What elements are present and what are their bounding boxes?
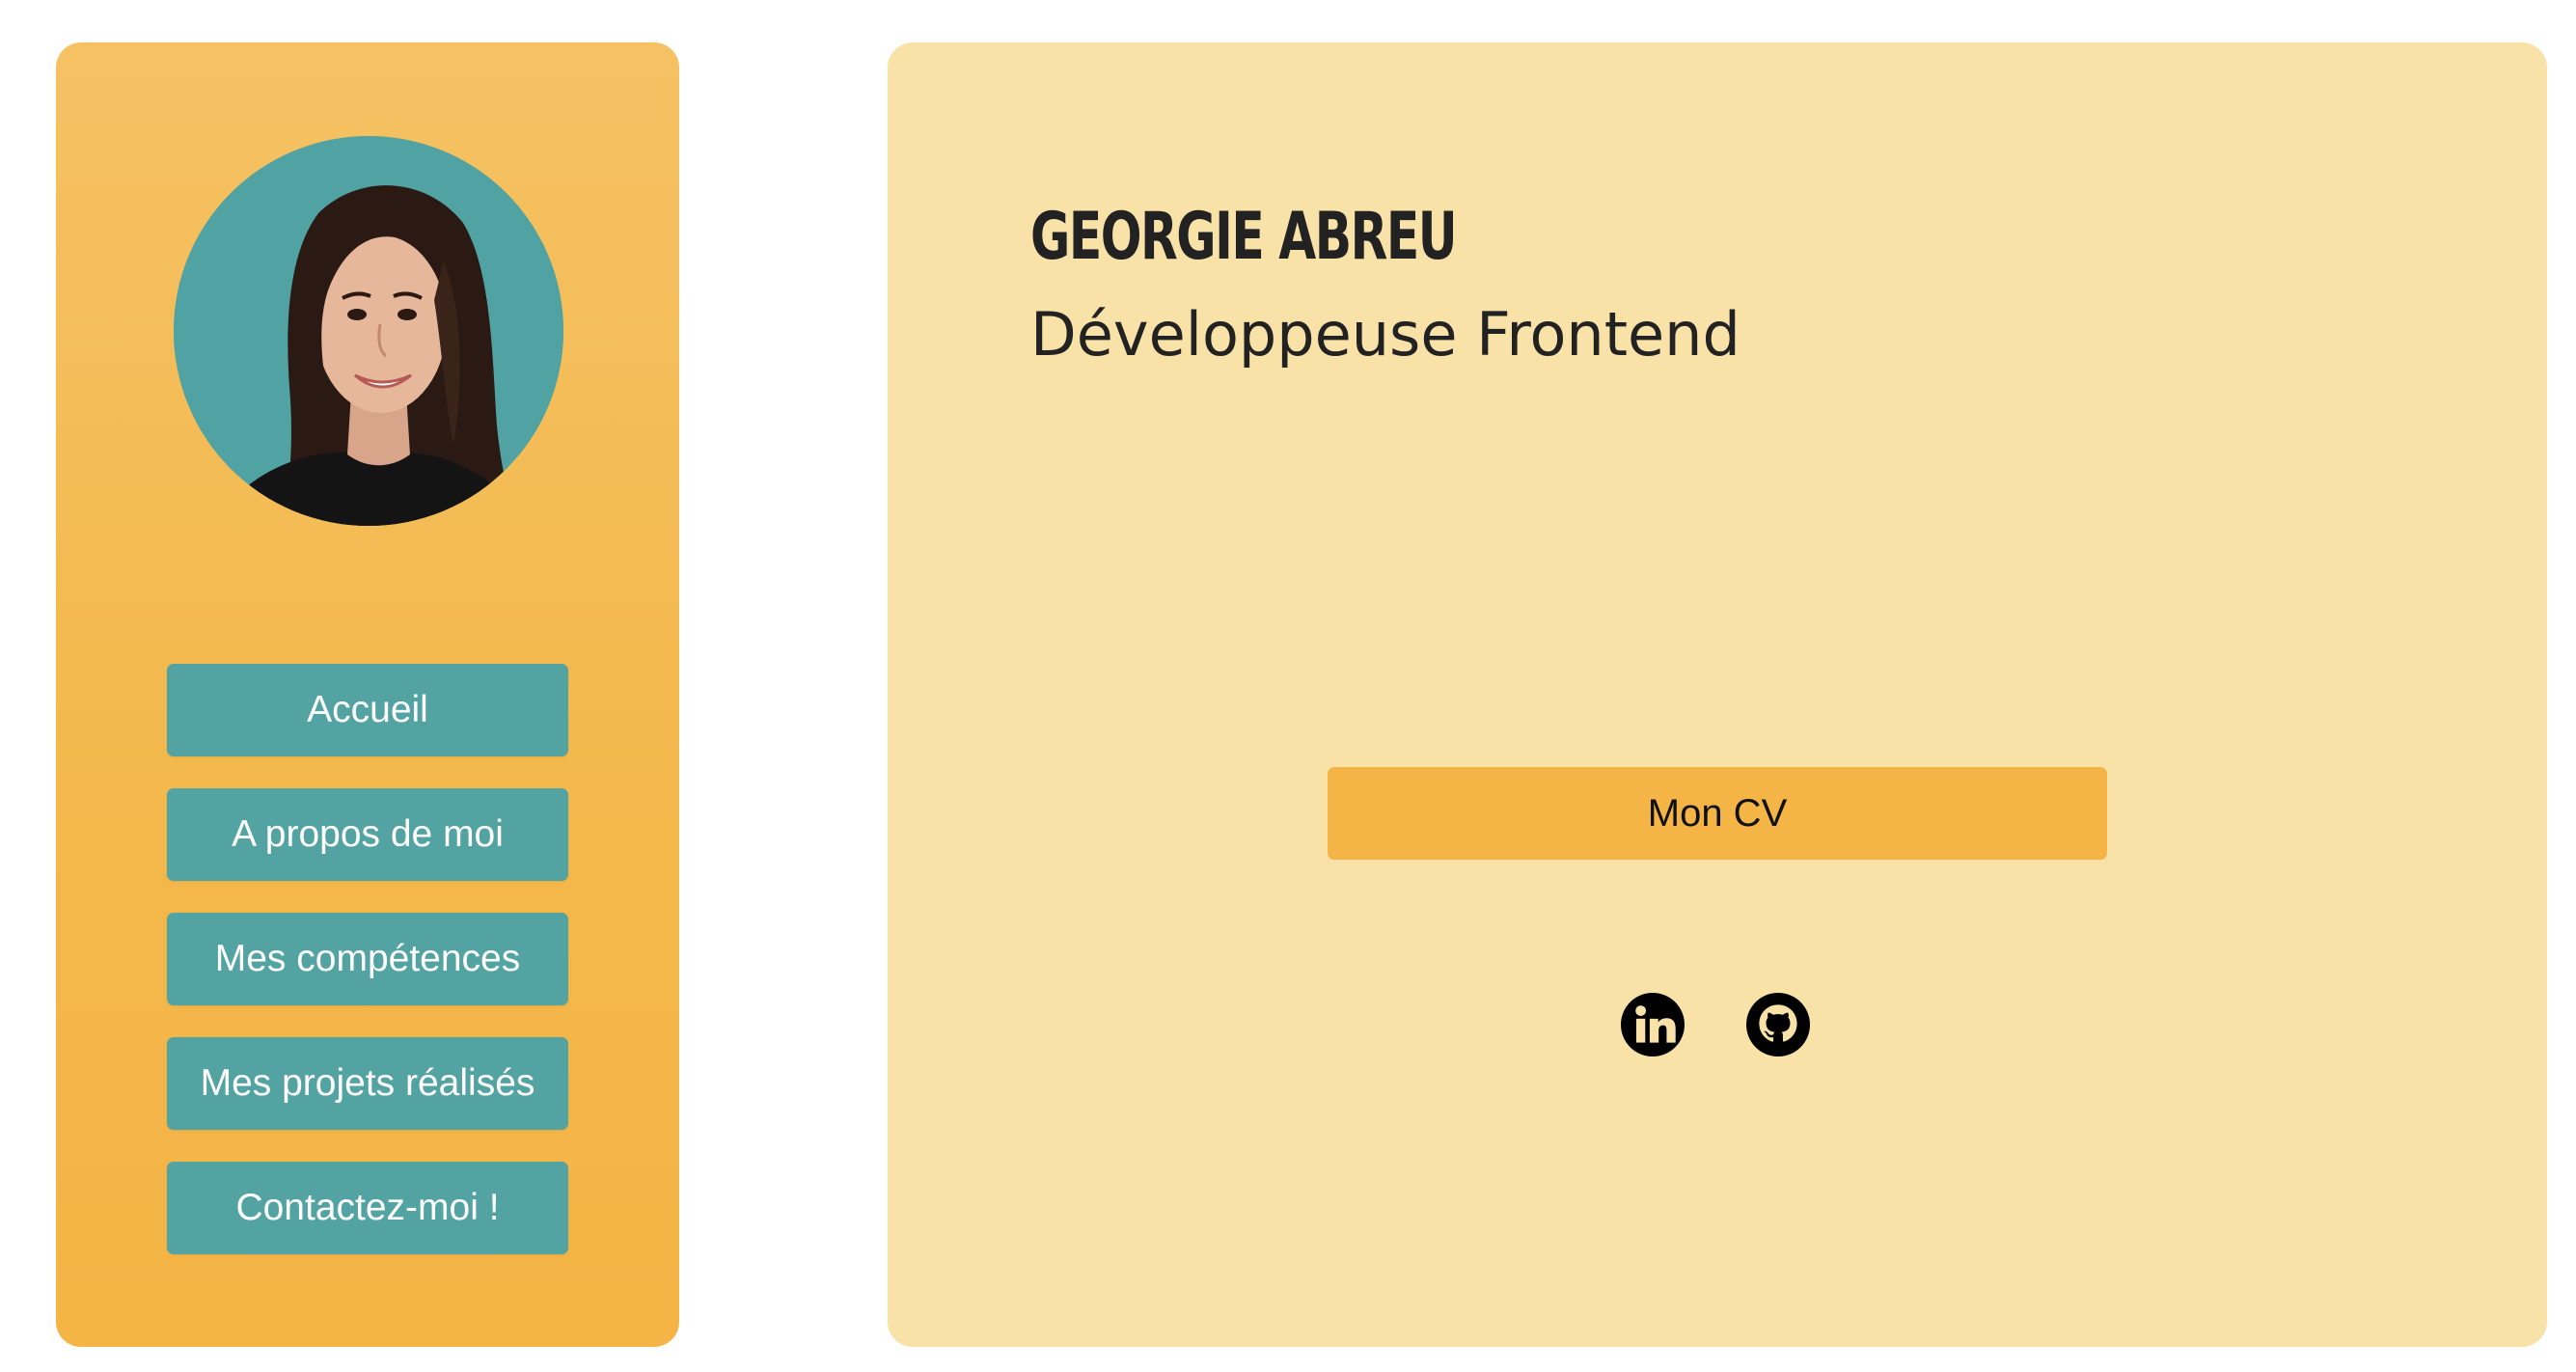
main-nav: Accueil A propos de moi Mes compétences … — [167, 664, 568, 1254]
social-links — [1621, 993, 1810, 1056]
nav-contact-button[interactable]: Contactez-moi ! — [167, 1162, 568, 1254]
avatar — [174, 136, 563, 526]
linkedin-icon[interactable] — [1621, 993, 1685, 1056]
profile-photo-icon — [174, 136, 563, 526]
nav-accueil-button[interactable]: Accueil — [167, 664, 568, 756]
profile-name: GEORGIE ABREU — [1030, 199, 1458, 275]
sidebar: Accueil A propos de moi Mes compétences … — [56, 42, 679, 1347]
profile-role: Développeuse Frontend — [1030, 299, 1740, 370]
page: Accueil A propos de moi Mes compétences … — [0, 0, 2576, 1372]
nav-about-button[interactable]: A propos de moi — [167, 788, 568, 881]
cv-button[interactable]: Mon CV — [1328, 767, 2107, 860]
github-icon[interactable] — [1746, 993, 1810, 1056]
nav-projects-button[interactable]: Mes projets réalisés — [167, 1037, 568, 1130]
main-panel: GEORGIE ABREU Développeuse Frontend Mon … — [888, 42, 2547, 1347]
nav-skills-button[interactable]: Mes compétences — [167, 913, 568, 1005]
